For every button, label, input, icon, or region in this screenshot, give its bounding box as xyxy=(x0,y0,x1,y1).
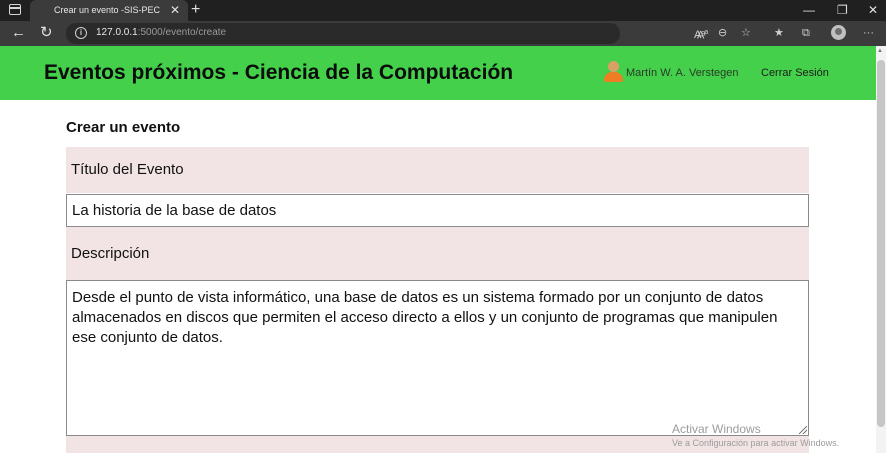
activation-watermark-text: Ve a Configuración para activar Windows. xyxy=(672,438,840,448)
address-bar-row: ← ↻ i 127.0.0.1:5000/evento/create Aᵃ Aa… xyxy=(0,21,886,46)
info-icon[interactable]: i xyxy=(75,27,87,39)
event-description-textarea[interactable]: Desde el punto de vista informático, una… xyxy=(66,280,809,436)
form-heading: Crear un evento xyxy=(66,119,181,136)
scroll-thumb[interactable] xyxy=(877,60,885,427)
description-label: Descripción xyxy=(71,245,150,262)
resize-handle-icon[interactable] xyxy=(799,426,807,434)
title-label: Título del Evento xyxy=(71,161,184,178)
more-icon[interactable]: ··· xyxy=(863,25,874,41)
browser-tab[interactable]: Crear un evento -SIS-PEC ✕ xyxy=(30,0,188,21)
zoom-icon[interactable]: ⊖ xyxy=(718,25,727,41)
site-title: Eventos próximos - Ciencia de la Computa… xyxy=(44,61,514,84)
url-host: 127.0.0.1 xyxy=(96,27,138,38)
description-label-block: Descripción xyxy=(66,227,809,280)
user-name-link[interactable]: Martín W. A. Verstegen xyxy=(626,67,739,79)
minimize-icon[interactable]: — xyxy=(803,2,815,18)
scroll-up-icon[interactable]: ▲ xyxy=(877,48,883,54)
profile-icon[interactable] xyxy=(831,25,846,40)
favorites-icon[interactable]: ★ xyxy=(774,25,784,41)
user-icon xyxy=(604,61,623,83)
restore-icon[interactable]: ❐ xyxy=(837,2,848,18)
tab-title: Crear un evento -SIS-PEC xyxy=(54,5,161,15)
close-icon[interactable]: ✕ xyxy=(170,3,180,17)
site-header: Eventos próximos - Ciencia de la Computa… xyxy=(0,46,876,100)
activation-watermark-title: Activar Windows xyxy=(672,422,761,436)
back-arrow-icon[interactable]: ← xyxy=(11,24,26,42)
read-aloud-icon[interactable]: Aa xyxy=(697,25,708,44)
plus-icon[interactable]: + xyxy=(191,0,200,20)
title-label-block: Título del Evento xyxy=(66,147,809,193)
url-text: 127.0.0.1:5000/evento/create xyxy=(96,27,226,38)
url-field[interactable]: i 127.0.0.1:5000/evento/create Aᵃ xyxy=(66,23,705,44)
page-scrollbar[interactable]: ▲ xyxy=(876,46,886,453)
reload-icon[interactable]: ↻ xyxy=(40,24,53,42)
window-icon[interactable] xyxy=(9,4,21,15)
star-plus-icon[interactable]: ☆ xyxy=(741,25,751,41)
logout-link[interactable]: Cerrar Sesión xyxy=(761,67,829,79)
collections-icon[interactable]: ⧉ xyxy=(802,25,810,41)
close-window-icon[interactable]: ✕ xyxy=(868,2,878,18)
url-path: :5000/evento/create xyxy=(137,27,227,38)
browser-tab-bar: Crear un evento -SIS-PEC ✕ + — ❐ ✕ xyxy=(0,0,886,21)
event-title-input[interactable] xyxy=(66,194,809,227)
